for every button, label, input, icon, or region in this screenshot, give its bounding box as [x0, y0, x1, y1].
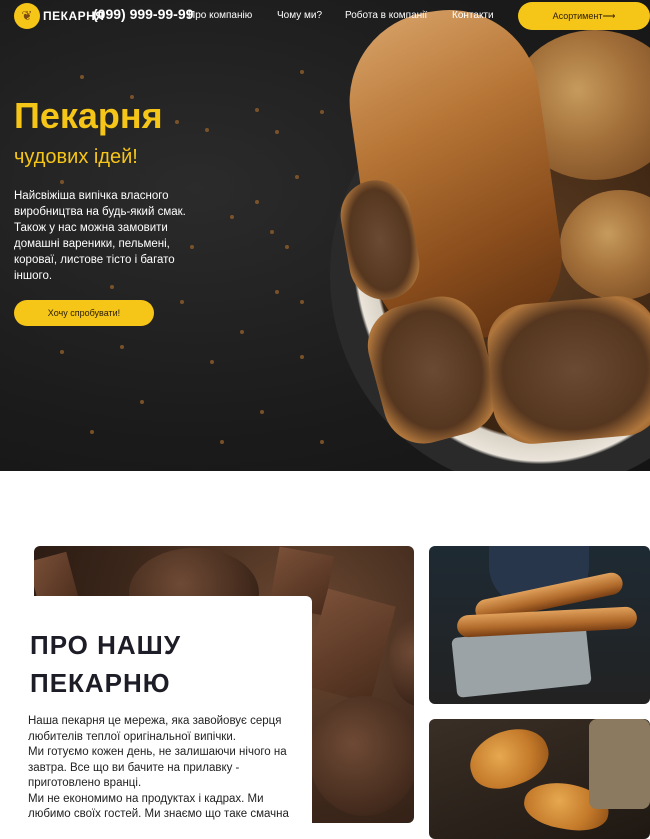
- about-title-line: ПРО НАШУ: [30, 630, 181, 660]
- seed-speck: [180, 300, 184, 304]
- seed-speck: [275, 130, 279, 134]
- burlap-sack: [589, 719, 650, 809]
- hero-title: Пекарня: [14, 95, 163, 136]
- seed-speck: [255, 200, 259, 204]
- phone-link[interactable]: (099) 999-99-99: [93, 6, 193, 22]
- seed-speck: [240, 330, 244, 334]
- seed-speck: [275, 290, 279, 294]
- about-title: ПРО НАШУ ПЕКАРНЮ: [30, 626, 290, 702]
- try-now-button[interactable]: Хочу спробувати!: [14, 300, 154, 326]
- seed-speck: [210, 360, 214, 364]
- cookie-shape: [309, 696, 414, 816]
- croissants-image: [429, 719, 650, 839]
- seed-speck: [175, 120, 179, 124]
- baguettes-image: [429, 546, 650, 704]
- nav-link-careers[interactable]: Робота в компанії: [345, 10, 427, 21]
- about-title-line: ПЕКАРНЮ: [30, 668, 171, 698]
- seed-speck: [220, 440, 224, 444]
- nav-link-contacts[interactable]: Контакти: [452, 10, 494, 21]
- about-text: Наша пекарня це мережа, яка завойовує се…: [28, 714, 303, 823]
- about-paragraph: Наша пекарня це мережа, яка завойовує се…: [28, 715, 282, 743]
- seed-speck: [110, 285, 114, 289]
- hero-subtitle: чудових ідей!: [14, 146, 138, 168]
- seed-speck: [140, 400, 144, 404]
- seed-speck: [300, 70, 304, 74]
- about-paragraph: Ми готуємо кожен день, не залишаючи нічо…: [28, 746, 287, 789]
- seed-speck: [300, 355, 304, 359]
- seed-speck: [320, 440, 324, 444]
- assortment-button[interactable]: Асортимент⟶: [518, 2, 650, 30]
- logo[interactable]: ❦ ПЕКАРНЯ: [14, 3, 104, 29]
- seed-speck: [60, 180, 64, 184]
- seed-speck: [295, 175, 299, 179]
- seed-speck: [120, 345, 124, 349]
- seed-speck: [300, 300, 304, 304]
- hero-description: Найсвіжіша випічка власного виробництва …: [14, 190, 186, 282]
- top-navigation: ❦ ПЕКАРНЯ (099) 999-99-99 Про компанію Ч…: [0, 0, 650, 32]
- seed-speck: [255, 108, 259, 112]
- seed-speck: [270, 230, 274, 234]
- nav-link-why-us[interactable]: Чому ми?: [277, 10, 322, 21]
- bread-slice-image: [484, 292, 650, 448]
- seed-speck: [230, 215, 234, 219]
- seed-speck: [80, 75, 84, 79]
- about-card: ПРО НАШУ ПЕКАРНЮ Наша пекарня це мережа,…: [13, 596, 312, 836]
- cookie-shape: [389, 616, 414, 706]
- about-paragraph: Ми не економимо на продуктах і кадрах. М…: [28, 792, 289, 821]
- seed-speck: [285, 245, 289, 249]
- seed-speck: [90, 430, 94, 434]
- seed-speck: [260, 410, 264, 414]
- nav-link-about[interactable]: Про компанію: [188, 10, 252, 21]
- seed-speck: [320, 110, 324, 114]
- seed-speck: [205, 128, 209, 132]
- seed-speck: [60, 350, 64, 354]
- hero-section: ❦ ПЕКАРНЯ (099) 999-99-99 Про компанію Ч…: [0, 0, 650, 471]
- wheat-icon: ❦: [14, 3, 40, 29]
